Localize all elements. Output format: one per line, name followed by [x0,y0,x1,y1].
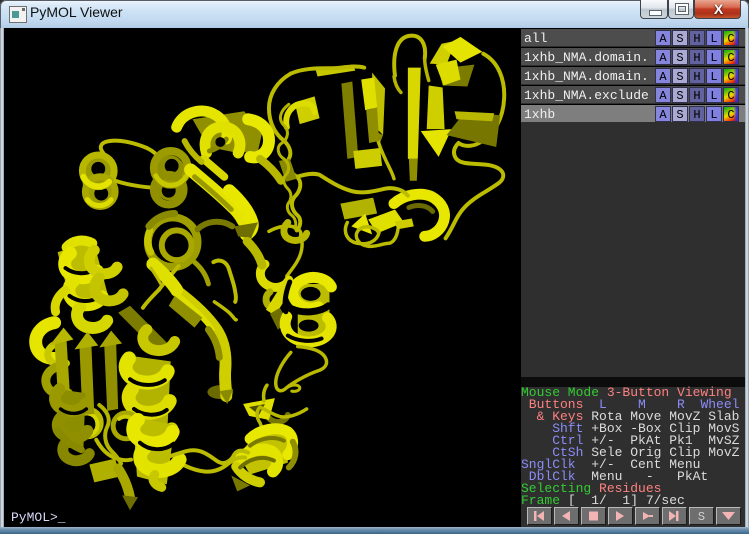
svg-text:S: S [698,510,705,524]
